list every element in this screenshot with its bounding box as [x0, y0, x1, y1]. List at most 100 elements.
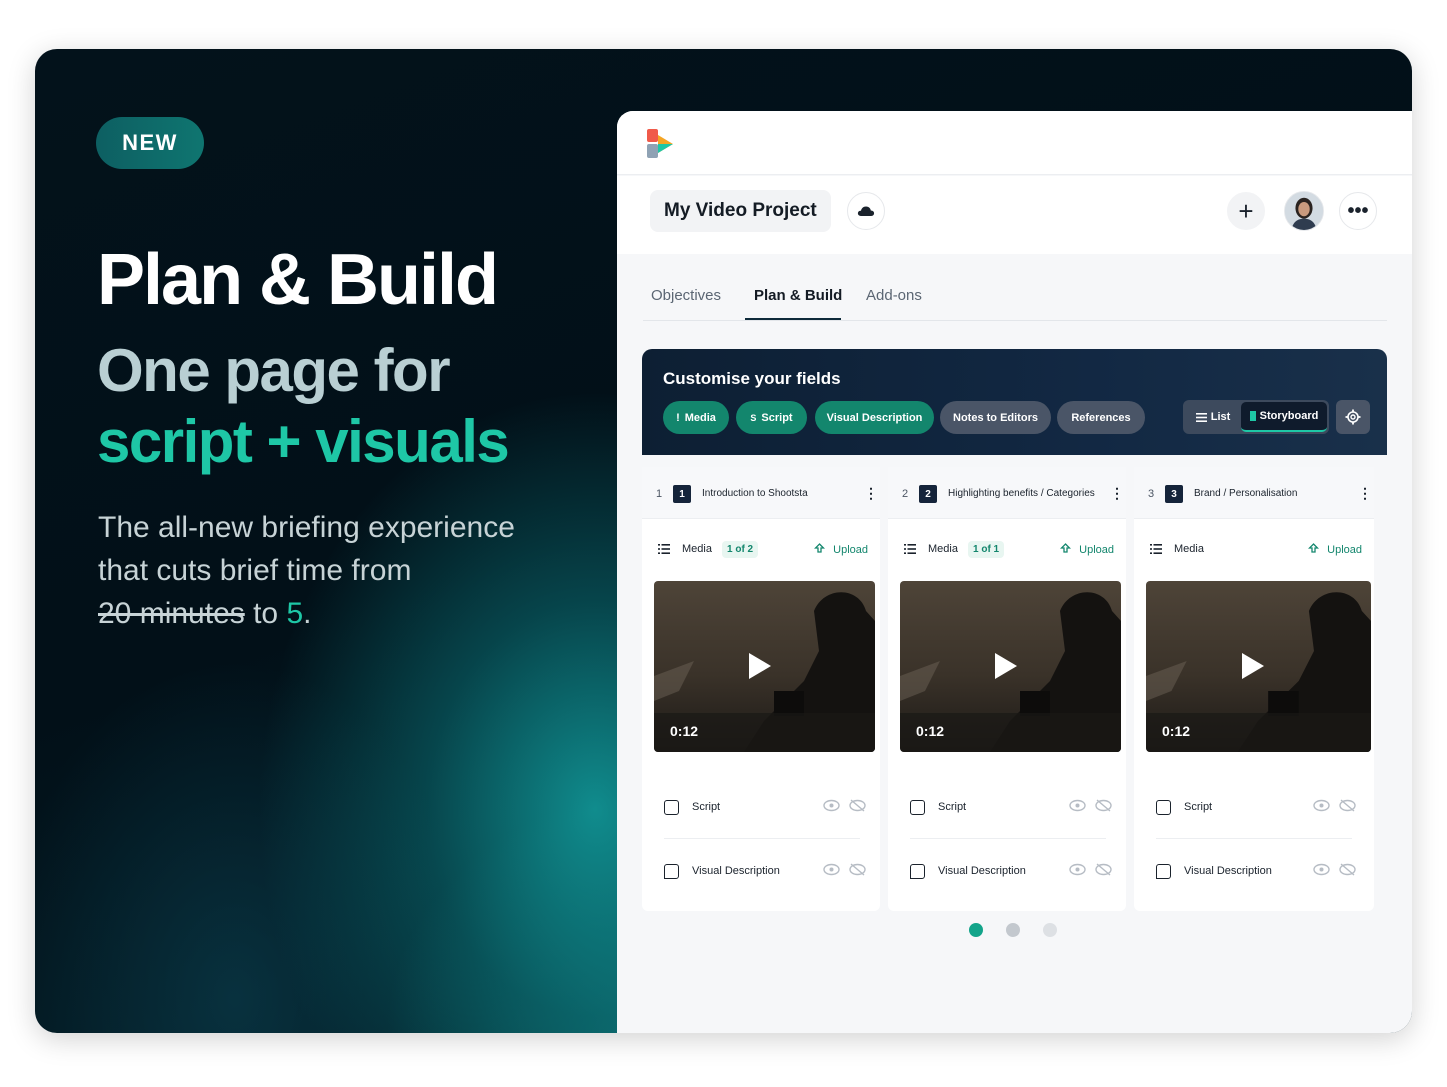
pagination-dots	[617, 919, 1412, 939]
tab-plan-build[interactable]: Plan & Build	[754, 287, 842, 304]
eye-icon[interactable]	[823, 863, 840, 876]
to-word: to	[253, 597, 279, 630]
eye-off-icon[interactable]	[1095, 799, 1112, 812]
tab-bar: Objectives Plan & Build Add-ons	[643, 281, 1387, 321]
script-field[interactable]: Script	[642, 793, 880, 823]
note-icon	[910, 800, 925, 815]
plus-icon: +	[1238, 195, 1254, 226]
list-icon	[658, 544, 670, 554]
user-avatar[interactable]	[1284, 191, 1324, 231]
top-bar	[617, 111, 1412, 175]
description: The all-new briefing experience that cut…	[98, 506, 568, 635]
chip-media[interactable]: ! Media	[663, 401, 729, 434]
eye-off-icon[interactable]	[849, 863, 866, 876]
script-field[interactable]: Script	[1134, 793, 1374, 823]
eye-icon[interactable]	[1313, 863, 1330, 876]
scene-column: 2 2 Highlighting benefits / Categories ⋮…	[888, 467, 1126, 911]
divider	[910, 838, 1106, 839]
shootsta-logo[interactable]	[645, 129, 675, 159]
kebab-menu-icon[interactable]: ⋮	[864, 485, 878, 502]
eye-icon[interactable]	[1313, 799, 1330, 812]
play-icon[interactable]	[995, 653, 1017, 679]
eye-off-icon[interactable]	[1339, 799, 1356, 812]
upload-icon	[1308, 543, 1320, 553]
script-field[interactable]: Script	[888, 793, 1126, 823]
chip-notes-to-editors[interactable]: Notes to Editors	[940, 401, 1051, 434]
visual-description-label: Visual Description	[692, 865, 780, 877]
scene-column: 1 1 Introduction to Shootsta ⋮ Media 1 o…	[642, 467, 880, 911]
upload-label: Upload	[1327, 544, 1362, 556]
visual-description-field[interactable]: Visual Description	[888, 857, 1126, 887]
media-row: Media 1 of 1 Upload	[888, 539, 1126, 563]
video-thumbnail[interactable]: 0:12	[900, 581, 1121, 752]
pagination-dot[interactable]	[1043, 923, 1057, 937]
script-label: Script	[938, 801, 967, 813]
upload-icon	[1060, 543, 1072, 553]
chip-script-label: Script	[761, 411, 793, 424]
video-thumbnail[interactable]: 0:12	[654, 581, 875, 752]
eye-icon[interactable]	[1069, 863, 1086, 876]
pagination-dot[interactable]	[1006, 923, 1020, 937]
upload-label: Upload	[1079, 544, 1114, 556]
chip-references[interactable]: References	[1057, 401, 1145, 434]
media-label: Media	[1174, 543, 1204, 555]
tab-add-ons[interactable]: Add-ons	[866, 287, 922, 304]
chip-visual-description-label: Visual Description	[826, 411, 923, 424]
tab-objectives[interactable]: Objectives	[651, 287, 721, 304]
upload-button[interactable]: Upload	[1060, 543, 1114, 556]
ellipsis-icon: •••	[1347, 199, 1369, 222]
scene-header: 2 2 Highlighting benefits / Categories ⋮	[888, 467, 1126, 519]
play-icon[interactable]	[749, 653, 771, 679]
visual-description-field[interactable]: Visual Description	[1134, 857, 1374, 887]
view-storyboard-label: Storyboard	[1259, 410, 1319, 422]
customise-title: Customise your fields	[663, 369, 841, 388]
headline: Plan & Build	[97, 240, 499, 320]
cloud-save-button[interactable]	[847, 192, 885, 230]
field-settings-button[interactable]	[1336, 400, 1370, 434]
scene-title[interactable]: Brand / Personalisation	[1194, 488, 1297, 499]
eye-off-icon[interactable]	[1339, 863, 1356, 876]
script-label: Script	[1184, 801, 1213, 813]
upload-button[interactable]: Upload	[1308, 543, 1362, 556]
chip-media-label: Media	[684, 411, 716, 424]
kebab-menu-icon[interactable]: ⋮	[1110, 485, 1124, 502]
list-icon	[1150, 544, 1162, 554]
script-label: Script	[692, 801, 721, 813]
period: .	[303, 597, 312, 630]
more-options-button[interactable]: •••	[1339, 192, 1377, 230]
comment-icon	[910, 864, 925, 879]
upload-button[interactable]: Upload	[814, 543, 868, 556]
scene-title[interactable]: Introduction to Shootsta	[702, 488, 808, 499]
add-button[interactable]: +	[1227, 192, 1265, 230]
eye-icon[interactable]	[1069, 799, 1086, 812]
eye-off-icon[interactable]	[849, 799, 866, 812]
scene-index: 1	[656, 488, 663, 500]
promo-card: NEW Plan & Build One page for script + v…	[35, 49, 1412, 1033]
subheadline-line-2: script + visuals	[97, 408, 510, 475]
view-storyboard-button[interactable]: Storyboard	[1241, 402, 1327, 432]
old-time: 20 minutes	[98, 597, 245, 630]
visual-description-label: Visual Description	[1184, 865, 1272, 877]
new-time: 5	[286, 597, 304, 630]
eye-icon[interactable]	[823, 799, 840, 812]
visual-description-field[interactable]: Visual Description	[642, 857, 880, 887]
comment-icon	[1156, 864, 1171, 879]
project-title[interactable]: My Video Project	[650, 190, 831, 232]
eye-off-icon[interactable]	[1095, 863, 1112, 876]
scene-column: 3 3 Brand / Personalisation ⋮ Media Uplo…	[1134, 467, 1374, 911]
chip-notes-to-editors-label: Notes to Editors	[953, 411, 1038, 424]
scene-title[interactable]: Highlighting benefits / Categories	[948, 488, 1095, 499]
view-list-label: List	[1210, 411, 1231, 423]
media-label: Media	[928, 543, 958, 555]
note-icon	[1156, 800, 1171, 815]
chip-visual-description[interactable]: Visual Description	[815, 401, 934, 434]
chip-script[interactable]: S Script	[736, 401, 807, 434]
kebab-menu-icon[interactable]: ⋮	[1358, 485, 1372, 502]
scene-header: 3 3 Brand / Personalisation ⋮	[1134, 467, 1374, 519]
media-label: Media	[682, 543, 712, 555]
pagination-dot-active[interactable]	[969, 923, 983, 937]
play-icon[interactable]	[1242, 653, 1264, 679]
media-count-badge: 1 of 1	[968, 541, 1005, 558]
video-thumbnail[interactable]: 0:12	[1146, 581, 1371, 752]
view-list-button[interactable]: List	[1185, 402, 1241, 432]
